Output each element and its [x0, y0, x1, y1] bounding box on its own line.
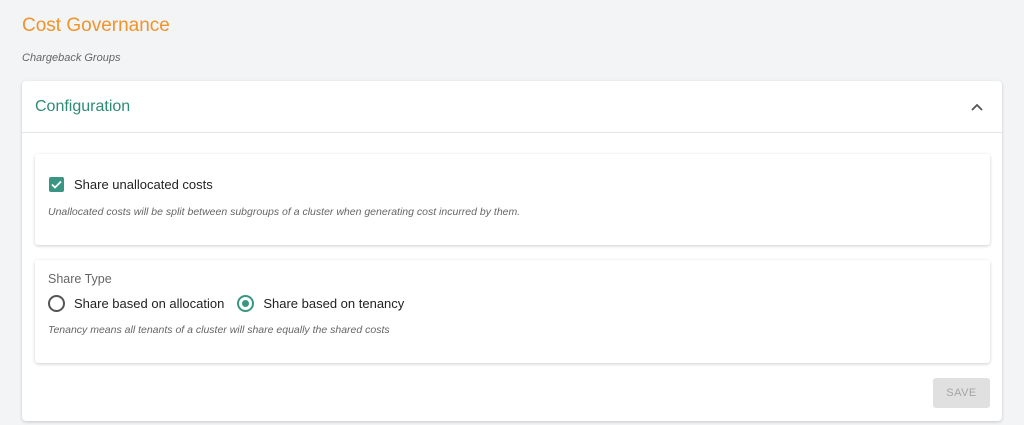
radio-option-allocation[interactable]: Share based on allocation — [48, 295, 224, 312]
page-subtitle: Chargeback Groups — [22, 52, 121, 64]
share-unallocated-label: Share unallocated costs — [74, 177, 213, 192]
share-unallocated-checkbox[interactable] — [49, 177, 64, 192]
radio-option-tenancy[interactable]: Share based on tenancy — [237, 295, 404, 312]
share-type-radio-group: Share based on allocation Share based on… — [48, 295, 417, 312]
save-button[interactable]: SAVE — [933, 378, 990, 408]
unallocated-card: Share unallocated costs Unallocated cost… — [35, 154, 990, 245]
chevron-up-icon — [971, 103, 983, 111]
panel-header[interactable]: Configuration — [22, 81, 1002, 133]
collapse-button[interactable] — [966, 96, 988, 118]
radio-tenancy-label: Share based on tenancy — [263, 296, 405, 311]
share-type-label: Share Type — [48, 272, 112, 286]
page: Cost Governance Chargeback Groups Config… — [0, 0, 1024, 425]
share-unallocated-option[interactable]: Share unallocated costs — [49, 177, 213, 192]
radio-selected-dot — [242, 300, 250, 307]
radio-allocation-label: Share based on allocation — [74, 296, 225, 311]
radio-tenancy[interactable] — [237, 295, 255, 312]
unallocated-help-text: Unallocated costs will be split between … — [48, 206, 521, 218]
tenancy-help-text: Tenancy means all tenants of a cluster w… — [48, 324, 390, 336]
share-type-card: Share Type Share based on allocation Sha… — [35, 260, 990, 363]
configuration-panel: Configuration Share unallocated costs Un… — [22, 81, 1002, 421]
page-title: Cost Governance — [22, 15, 170, 36]
checkmark-icon — [51, 180, 62, 189]
radio-allocation[interactable] — [48, 295, 65, 312]
panel-title: Configuration — [35, 97, 131, 115]
